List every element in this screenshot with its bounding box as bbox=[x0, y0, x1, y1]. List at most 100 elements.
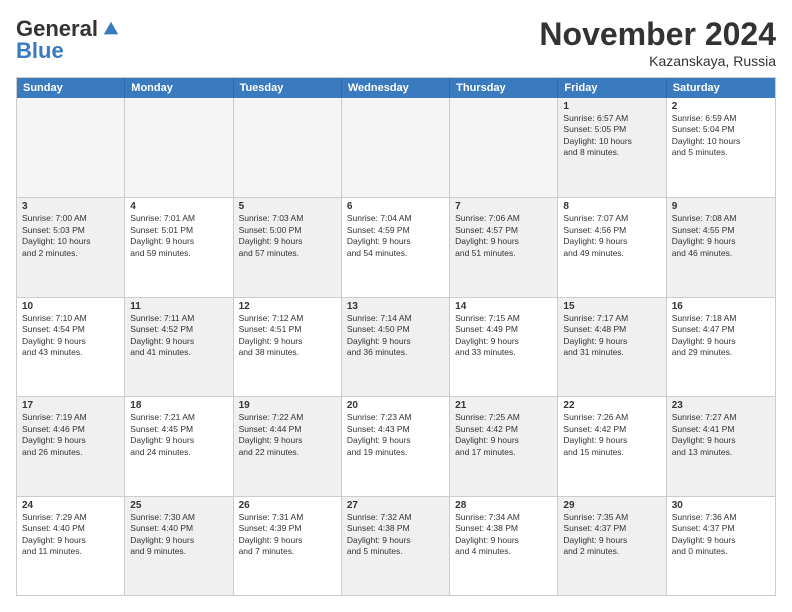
calendar-cell: 7Sunrise: 7:06 AM Sunset: 4:57 PM Daylig… bbox=[450, 198, 558, 296]
cell-info: Sunrise: 7:36 AM Sunset: 4:37 PM Dayligh… bbox=[672, 512, 770, 558]
calendar-cell: 24Sunrise: 7:29 AM Sunset: 4:40 PM Dayli… bbox=[17, 497, 125, 595]
cell-info: Sunrise: 7:27 AM Sunset: 4:41 PM Dayligh… bbox=[672, 412, 770, 458]
header-cell-friday: Friday bbox=[558, 78, 666, 98]
cell-info: Sunrise: 7:06 AM Sunset: 4:57 PM Dayligh… bbox=[455, 213, 552, 259]
calendar-cell: 1Sunrise: 6:57 AM Sunset: 5:05 PM Daylig… bbox=[558, 98, 666, 197]
day-number: 19 bbox=[239, 400, 336, 411]
calendar-cell: 27Sunrise: 7:32 AM Sunset: 4:38 PM Dayli… bbox=[342, 497, 450, 595]
calendar-cell: 19Sunrise: 7:22 AM Sunset: 4:44 PM Dayli… bbox=[234, 397, 342, 495]
cell-info: Sunrise: 7:14 AM Sunset: 4:50 PM Dayligh… bbox=[347, 313, 444, 359]
calendar-cell: 9Sunrise: 7:08 AM Sunset: 4:55 PM Daylig… bbox=[667, 198, 775, 296]
header-cell-sunday: Sunday bbox=[17, 78, 125, 98]
cell-info: Sunrise: 7:25 AM Sunset: 4:42 PM Dayligh… bbox=[455, 412, 552, 458]
calendar-cell: 11Sunrise: 7:11 AM Sunset: 4:52 PM Dayli… bbox=[125, 298, 233, 396]
calendar-cell: 6Sunrise: 7:04 AM Sunset: 4:59 PM Daylig… bbox=[342, 198, 450, 296]
day-number: 12 bbox=[239, 301, 336, 312]
day-number: 5 bbox=[239, 201, 336, 212]
calendar-cell bbox=[450, 98, 558, 197]
header-cell-tuesday: Tuesday bbox=[234, 78, 342, 98]
calendar-cell: 2Sunrise: 6:59 AM Sunset: 5:04 PM Daylig… bbox=[667, 98, 775, 197]
cell-info: Sunrise: 7:31 AM Sunset: 4:39 PM Dayligh… bbox=[239, 512, 336, 558]
cell-info: Sunrise: 7:07 AM Sunset: 4:56 PM Dayligh… bbox=[563, 213, 660, 259]
month-title: November 2024 bbox=[539, 16, 776, 53]
logo: General Blue bbox=[16, 16, 120, 64]
day-number: 26 bbox=[239, 500, 336, 511]
cell-info: Sunrise: 7:00 AM Sunset: 5:03 PM Dayligh… bbox=[22, 213, 119, 259]
header-cell-saturday: Saturday bbox=[667, 78, 775, 98]
cell-info: Sunrise: 7:01 AM Sunset: 5:01 PM Dayligh… bbox=[130, 213, 227, 259]
page: General Blue November 2024 Kazanskaya, R… bbox=[0, 0, 792, 612]
calendar-cell: 29Sunrise: 7:35 AM Sunset: 4:37 PM Dayli… bbox=[558, 497, 666, 595]
cell-info: Sunrise: 7:32 AM Sunset: 4:38 PM Dayligh… bbox=[347, 512, 444, 558]
cell-info: Sunrise: 7:22 AM Sunset: 4:44 PM Dayligh… bbox=[239, 412, 336, 458]
day-number: 16 bbox=[672, 301, 770, 312]
calendar-cell bbox=[17, 98, 125, 197]
cell-info: Sunrise: 7:35 AM Sunset: 4:37 PM Dayligh… bbox=[563, 512, 660, 558]
title-block: November 2024 Kazanskaya, Russia bbox=[539, 16, 776, 69]
calendar-cell: 30Sunrise: 7:36 AM Sunset: 4:37 PM Dayli… bbox=[667, 497, 775, 595]
cell-info: Sunrise: 7:03 AM Sunset: 5:00 PM Dayligh… bbox=[239, 213, 336, 259]
cell-info: Sunrise: 6:59 AM Sunset: 5:04 PM Dayligh… bbox=[672, 113, 770, 159]
cell-info: Sunrise: 7:11 AM Sunset: 4:52 PM Dayligh… bbox=[130, 313, 227, 359]
day-number: 20 bbox=[347, 400, 444, 411]
calendar-cell: 3Sunrise: 7:00 AM Sunset: 5:03 PM Daylig… bbox=[17, 198, 125, 296]
day-number: 13 bbox=[347, 301, 444, 312]
cell-info: Sunrise: 7:29 AM Sunset: 4:40 PM Dayligh… bbox=[22, 512, 119, 558]
calendar-cell: 13Sunrise: 7:14 AM Sunset: 4:50 PM Dayli… bbox=[342, 298, 450, 396]
calendar-cell: 21Sunrise: 7:25 AM Sunset: 4:42 PM Dayli… bbox=[450, 397, 558, 495]
logo-blue: Blue bbox=[16, 38, 64, 64]
day-number: 23 bbox=[672, 400, 770, 411]
day-number: 9 bbox=[672, 201, 770, 212]
day-number: 4 bbox=[130, 201, 227, 212]
day-number: 18 bbox=[130, 400, 227, 411]
day-number: 1 bbox=[563, 101, 660, 112]
location: Kazanskaya, Russia bbox=[539, 53, 776, 69]
day-number: 22 bbox=[563, 400, 660, 411]
cell-info: Sunrise: 7:18 AM Sunset: 4:47 PM Dayligh… bbox=[672, 313, 770, 359]
calendar-cell: 23Sunrise: 7:27 AM Sunset: 4:41 PM Dayli… bbox=[667, 397, 775, 495]
calendar-cell: 5Sunrise: 7:03 AM Sunset: 5:00 PM Daylig… bbox=[234, 198, 342, 296]
calendar-cell bbox=[234, 98, 342, 197]
calendar-cell: 8Sunrise: 7:07 AM Sunset: 4:56 PM Daylig… bbox=[558, 198, 666, 296]
day-number: 10 bbox=[22, 301, 119, 312]
calendar-row: 17Sunrise: 7:19 AM Sunset: 4:46 PM Dayli… bbox=[17, 396, 775, 495]
cell-info: Sunrise: 7:30 AM Sunset: 4:40 PM Dayligh… bbox=[130, 512, 227, 558]
day-number: 21 bbox=[455, 400, 552, 411]
calendar-row: 24Sunrise: 7:29 AM Sunset: 4:40 PM Dayli… bbox=[17, 496, 775, 595]
calendar-cell: 14Sunrise: 7:15 AM Sunset: 4:49 PM Dayli… bbox=[450, 298, 558, 396]
calendar-cell: 4Sunrise: 7:01 AM Sunset: 5:01 PM Daylig… bbox=[125, 198, 233, 296]
cell-info: Sunrise: 7:17 AM Sunset: 4:48 PM Dayligh… bbox=[563, 313, 660, 359]
calendar-cell: 22Sunrise: 7:26 AM Sunset: 4:42 PM Dayli… bbox=[558, 397, 666, 495]
calendar-cell: 28Sunrise: 7:34 AM Sunset: 4:38 PM Dayli… bbox=[450, 497, 558, 595]
cell-info: Sunrise: 6:57 AM Sunset: 5:05 PM Dayligh… bbox=[563, 113, 660, 159]
header-cell-thursday: Thursday bbox=[450, 78, 558, 98]
calendar-row: 3Sunrise: 7:00 AM Sunset: 5:03 PM Daylig… bbox=[17, 197, 775, 296]
header-cell-monday: Monday bbox=[125, 78, 233, 98]
cell-info: Sunrise: 7:12 AM Sunset: 4:51 PM Dayligh… bbox=[239, 313, 336, 359]
header: General Blue November 2024 Kazanskaya, R… bbox=[16, 16, 776, 69]
calendar-cell: 15Sunrise: 7:17 AM Sunset: 4:48 PM Dayli… bbox=[558, 298, 666, 396]
day-number: 15 bbox=[563, 301, 660, 312]
day-number: 28 bbox=[455, 500, 552, 511]
calendar-cell: 16Sunrise: 7:18 AM Sunset: 4:47 PM Dayli… bbox=[667, 298, 775, 396]
calendar-row: 1Sunrise: 6:57 AM Sunset: 5:05 PM Daylig… bbox=[17, 98, 775, 197]
day-number: 2 bbox=[672, 101, 770, 112]
calendar-header: SundayMondayTuesdayWednesdayThursdayFrid… bbox=[17, 78, 775, 98]
cell-info: Sunrise: 7:26 AM Sunset: 4:42 PM Dayligh… bbox=[563, 412, 660, 458]
calendar-cell: 10Sunrise: 7:10 AM Sunset: 4:54 PM Dayli… bbox=[17, 298, 125, 396]
cell-info: Sunrise: 7:15 AM Sunset: 4:49 PM Dayligh… bbox=[455, 313, 552, 359]
header-cell-wednesday: Wednesday bbox=[342, 78, 450, 98]
calendar-row: 10Sunrise: 7:10 AM Sunset: 4:54 PM Dayli… bbox=[17, 297, 775, 396]
cell-info: Sunrise: 7:08 AM Sunset: 4:55 PM Dayligh… bbox=[672, 213, 770, 259]
day-number: 17 bbox=[22, 400, 119, 411]
day-number: 25 bbox=[130, 500, 227, 511]
cell-info: Sunrise: 7:34 AM Sunset: 4:38 PM Dayligh… bbox=[455, 512, 552, 558]
calendar-cell bbox=[342, 98, 450, 197]
calendar-cell: 18Sunrise: 7:21 AM Sunset: 4:45 PM Dayli… bbox=[125, 397, 233, 495]
cell-info: Sunrise: 7:10 AM Sunset: 4:54 PM Dayligh… bbox=[22, 313, 119, 359]
day-number: 8 bbox=[563, 201, 660, 212]
day-number: 3 bbox=[22, 201, 119, 212]
day-number: 11 bbox=[130, 301, 227, 312]
day-number: 14 bbox=[455, 301, 552, 312]
calendar-cell: 26Sunrise: 7:31 AM Sunset: 4:39 PM Dayli… bbox=[234, 497, 342, 595]
